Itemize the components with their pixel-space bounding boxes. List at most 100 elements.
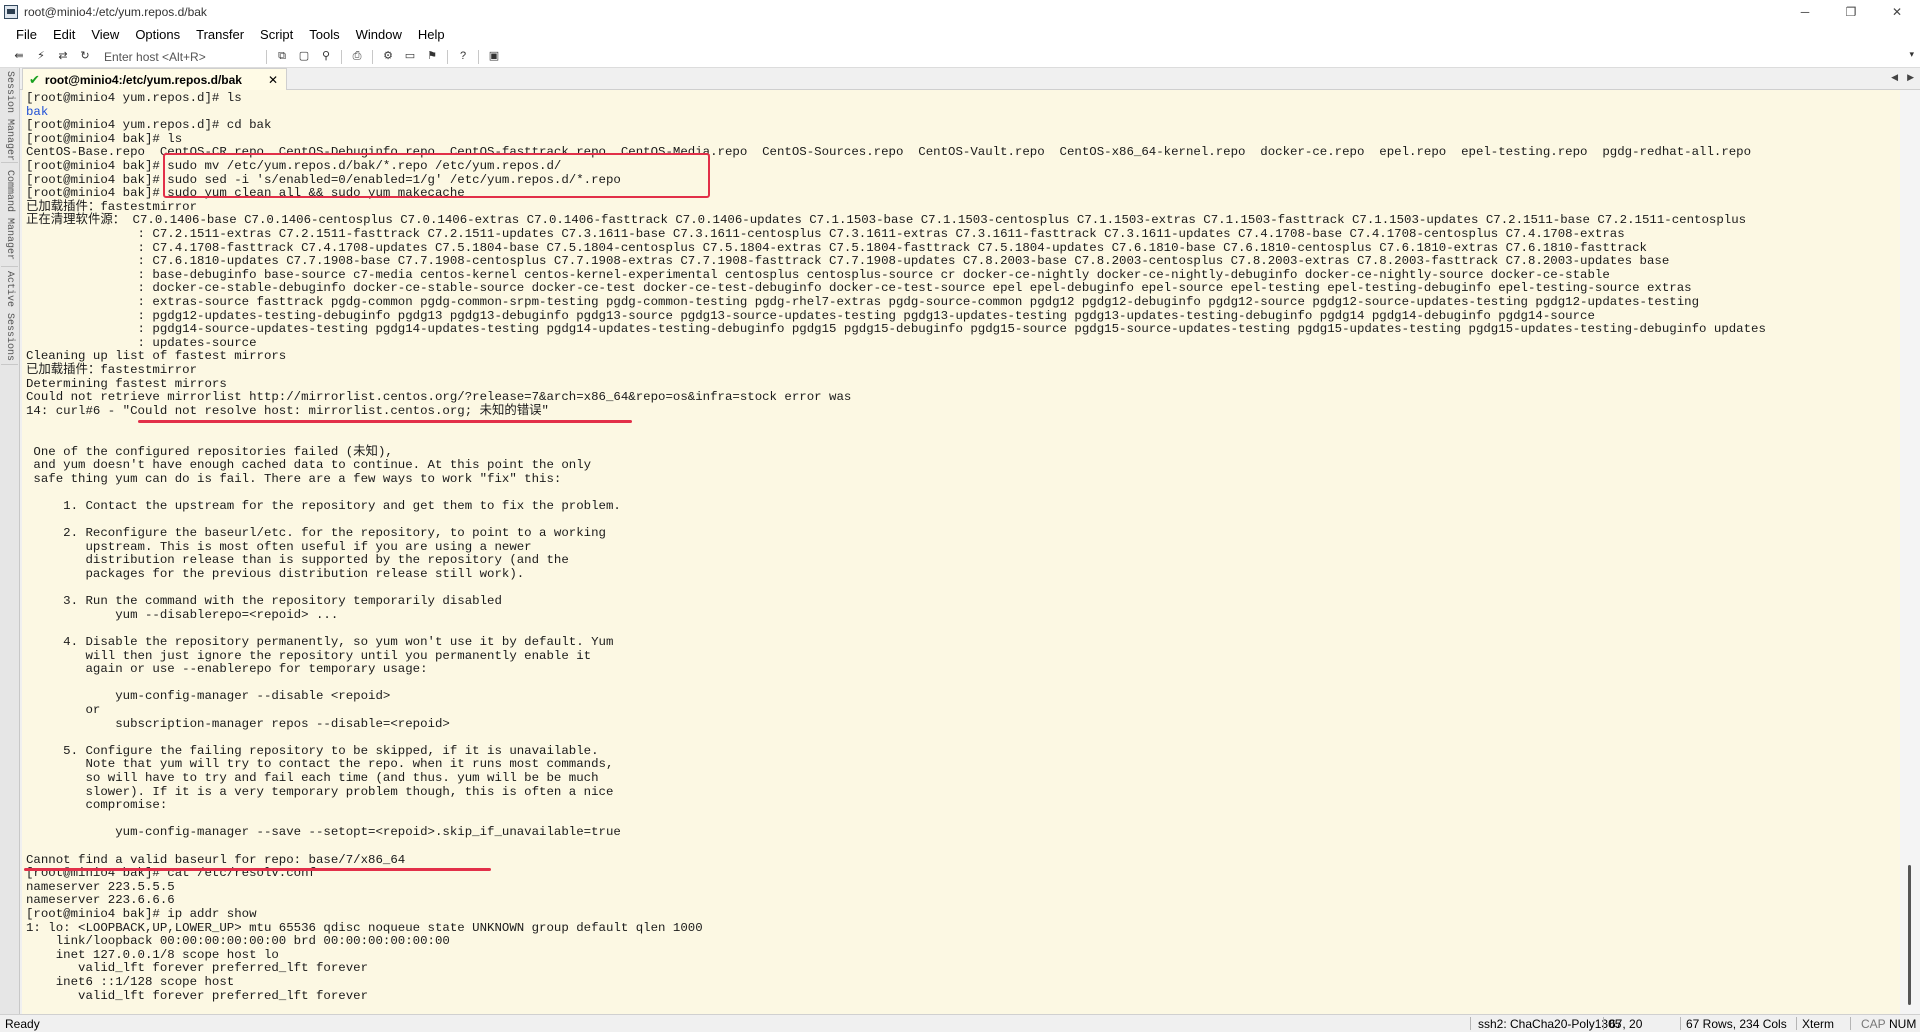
menu-window[interactable]: Window	[348, 24, 410, 46]
terminal-line: Note that yum will try to contact the re…	[26, 757, 614, 772]
terminal-line: 3. Run the command with the repository t…	[26, 594, 502, 609]
window-controls: ─ ❐ ✕	[1782, 0, 1920, 24]
tab-scroll-left-icon[interactable]: ◀	[1891, 72, 1898, 83]
help-icon[interactable]: ?	[455, 49, 471, 65]
status-separator	[1850, 1017, 1851, 1030]
terminal-line: valid_lft forever preferred_lft forever	[26, 988, 369, 1003]
terminal-line: safe thing yum can do is fail. There are…	[26, 471, 562, 486]
status-separator	[1603, 1017, 1604, 1030]
terminal-line: Could not retrieve mirrorlist http://mir…	[26, 390, 852, 405]
terminal-line: subscription-manager repos --disable=<re…	[26, 716, 450, 731]
terminal-line: so will have to try and fail each time (…	[26, 771, 599, 785]
screen-icon[interactable]: ▣	[486, 49, 502, 65]
menu-file[interactable]: File	[8, 24, 45, 46]
restore-button[interactable]: ❐	[1828, 0, 1874, 24]
status-separator	[1470, 1017, 1471, 1030]
reconnect-icon[interactable]: ↻	[77, 49, 93, 65]
menu-script[interactable]: Script	[252, 24, 301, 46]
connect-icon[interactable]: ⇚	[11, 49, 27, 65]
paste-icon[interactable]: ▢	[296, 49, 312, 65]
tab-scroll-right-icon[interactable]: ▶	[1907, 72, 1914, 83]
close-window-button[interactable]: ✕	[1874, 0, 1920, 24]
terminal-line: 正在清理软件源： C7.0.1406-base C7.0.1406-centos…	[26, 213, 1747, 228]
terminal-line: yum-config-manager --disable <repoid>	[26, 689, 391, 704]
terminal-line: packages for the previous distribution r…	[26, 567, 525, 581]
session-tab-label: root@minio4:/etc/yum.repos.d/bak	[44, 72, 242, 87]
connect-in-tab-icon[interactable]: ⇄	[55, 49, 71, 65]
toolbar: ⇚ ⚡ ⇄ ↻ ⧉ ▢ ⚲ ⎙ ⚙ ▭ ⚑ ? ▣ ▾	[0, 46, 1920, 68]
terminal-line: : C7.6.1810-updates C7.7.1908-base C7.7.…	[26, 254, 1670, 269]
session-tab-bar: ✔ root@minio4:/etc/yum.repos.d/bak ✕ ◀ ▶	[20, 68, 1920, 90]
terminal-line: Cannot find a valid baseurl for repo: ba…	[26, 852, 406, 867]
window-title: root@minio4:/etc/yum.repos.d/bak	[24, 5, 207, 19]
side-panel: Session Manager Command Manager Active S…	[0, 68, 20, 1014]
terminal-line: slower). If it is a very temporary probl…	[26, 784, 614, 799]
terminal-scrollbar[interactable]	[1900, 90, 1920, 1014]
terminal-line: Determining fastest mirrors	[26, 376, 227, 391]
status-ready: Ready	[5, 1017, 40, 1031]
menu-transfer[interactable]: Transfer	[188, 24, 252, 46]
active-sessions-tab[interactable]: Active Sessions	[1, 268, 18, 365]
connected-check-icon: ✔	[29, 71, 40, 87]
close-tab-icon[interactable]: ✕	[268, 73, 278, 87]
status-caps-lock: CAP	[1861, 1017, 1886, 1031]
terminal-line: or	[26, 703, 101, 717]
terminal-line: and yum doesn't have enough cached data …	[26, 458, 592, 473]
scrollbar-thumb[interactable]	[1908, 865, 1911, 1005]
session-tab[interactable]: ✔ root@minio4:/etc/yum.repos.d/bak ✕	[22, 68, 287, 90]
menu-edit[interactable]: Edit	[45, 24, 83, 46]
terminal-line: One of the configured repositories faile…	[26, 444, 393, 459]
terminal-output[interactable]: [root@minio4 yum.repos.d]# ls bak [root@mi…	[22, 90, 1900, 1014]
terminal-line: distribution release than is supported b…	[26, 553, 569, 568]
error-underline-baseurl	[24, 868, 491, 871]
terminal-line: : extras-source fasttrack pgdg-common pg…	[26, 295, 1700, 309]
securecrt-app-icon	[4, 5, 18, 19]
terminal-line: 14: curl#6 - "Could not resolve host: mi…	[26, 403, 549, 418]
status-connection: ssh2: ChaCha20-Poly1305	[1478, 1017, 1622, 1031]
sftp-icon[interactable]: ⚑	[424, 49, 440, 65]
enter-host-input[interactable]	[102, 47, 256, 66]
terminal-line: inet6 ::1/128 scope host	[26, 975, 235, 989]
command-manager-tab[interactable]: Command Manager	[1, 164, 18, 267]
toolbar-separator	[372, 49, 373, 64]
terminal-line: [root@minio4 bak]# ip addr show	[26, 907, 257, 921]
menu-help[interactable]: Help	[410, 24, 453, 46]
terminal-line: [root@minio4 yum.repos.d]# ls	[26, 91, 242, 105]
menu-view[interactable]: View	[83, 24, 127, 46]
terminal-line: [root@minio4 yum.repos.d]# cd bak	[26, 118, 272, 133]
toolbar-overflow-chevron-icon[interactable]: ▾	[1909, 49, 1914, 60]
status-separator	[1680, 1017, 1681, 1030]
status-bar: Ready ssh2: ChaCha20-Poly1305 67, 20 67 …	[0, 1014, 1920, 1032]
session-manager-tab[interactable]: Session Manager	[1, 70, 18, 163]
terminal-line: 4. Disable the repository permanently, s…	[26, 635, 614, 649]
status-separator	[1796, 1017, 1797, 1030]
status-cursor-position: 67, 20	[1609, 1017, 1643, 1031]
terminal-line: 2. Reconfigure the baseurl/etc. for the …	[26, 526, 606, 541]
quick-connect-icon[interactable]: ⚡	[33, 49, 49, 65]
terminal-line: bak	[26, 104, 49, 119]
terminal-line: 5. Configure the failing repository to b…	[26, 743, 599, 758]
terminal-line: nameserver 223.5.5.5	[26, 879, 175, 894]
terminal-line: [root@minio4 bak]# ls	[26, 131, 183, 146]
terminal-line: link/loopback 00:00:00:00:00:00 brd 00:0…	[26, 934, 450, 949]
status-terminal-size: 67 Rows, 234 Cols	[1686, 1017, 1787, 1031]
toolbar-separator	[447, 49, 448, 64]
terminal-line: nameserver 223.6.6.6	[26, 893, 175, 908]
keymap-icon[interactable]: ▭	[402, 49, 418, 65]
menu-options[interactable]: Options	[127, 24, 188, 46]
terminal-line: : base-debuginfo base-source c7-media ce…	[26, 267, 1610, 282]
highlight-box-commands	[163, 153, 710, 198]
menu-bar: File Edit View Options Transfer Script T…	[0, 24, 1920, 46]
terminal-line: compromise:	[26, 798, 168, 813]
status-num-lock: NUM	[1889, 1017, 1917, 1031]
minimize-button[interactable]: ─	[1782, 0, 1828, 24]
terminal-line: yum --disablerepo=<repoid> ...	[26, 607, 339, 622]
find-icon[interactable]: ⚲	[318, 49, 334, 65]
terminal-line: : C7.2.1511-extras C7.2.1511-fasttrack C…	[26, 227, 1625, 241]
print-icon[interactable]: ⎙	[349, 49, 365, 65]
copy-icon[interactable]: ⧉	[274, 49, 290, 65]
settings-gear-icon[interactable]: ⚙	[380, 49, 396, 65]
terminal-line: 1: lo: <LOOPBACK,UP,LOWER_UP> mtu 65536 …	[26, 920, 703, 935]
terminal-line: : C7.4.1708-fasttrack C7.4.1708-updates …	[26, 240, 1647, 255]
menu-tools[interactable]: Tools	[301, 24, 347, 46]
